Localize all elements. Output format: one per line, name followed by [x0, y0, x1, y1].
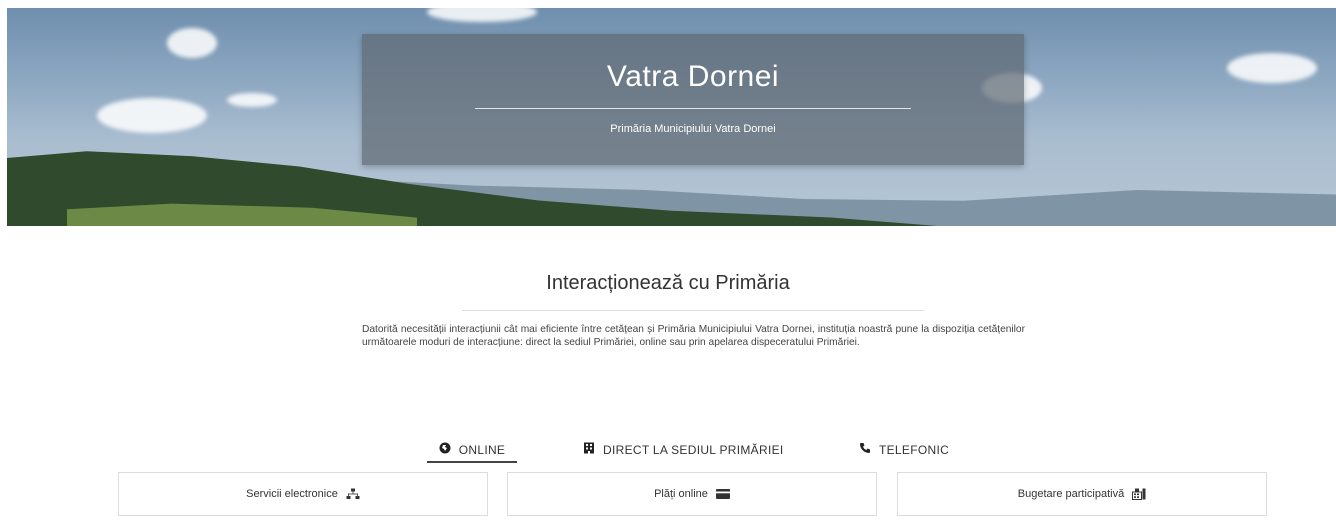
building-icon [583, 442, 595, 457]
card-bugetare-participativa[interactable]: Bugetare participativă [897, 472, 1267, 516]
credit-card-icon [715, 489, 730, 499]
hero-divider [475, 108, 911, 109]
globe-icon [439, 442, 451, 457]
cloud [427, 8, 537, 22]
card-label: Bugetare participativă [1017, 488, 1125, 500]
cloud [1227, 53, 1317, 83]
tab-direct-label: DIRECT LA SEDIUL PRIMĂRIEI [603, 442, 784, 457]
card-label: Servicii electronice [246, 488, 338, 500]
ballot-icon [1132, 488, 1146, 500]
card-plati-online[interactable]: Plăți online [507, 472, 877, 516]
hero-title-box: Vatra Dornei Primăria Municipiului Vatra… [362, 34, 1024, 165]
cloud [97, 98, 207, 133]
interaction-tabs: ONLINE DIRECT LA SEDIUL PRIMĂRIEI TELEFO… [0, 438, 1336, 463]
tab-online[interactable]: ONLINE [427, 438, 517, 463]
card-label: Plăți online [654, 488, 708, 500]
cloud [167, 28, 217, 58]
tab-telefonic-label: TELEFONIC [879, 442, 950, 457]
hero-title: Vatra Dornei [606, 60, 780, 93]
section-divider [462, 310, 924, 311]
hero-subtitle: Primăria Municipiului Vatra Dornei [610, 123, 776, 135]
tab-direct[interactable]: DIRECT LA SEDIUL PRIMĂRIEI [583, 438, 784, 461]
card-servicii-electronice[interactable]: Servicii electronice [118, 472, 488, 516]
section-title: Interacționează cu Primăria [546, 272, 790, 294]
phone-icon [859, 442, 871, 457]
intro-text: Datorită necesității interacțiunii cât m… [362, 324, 1025, 348]
hero-banner: Vatra Dornei Primăria Municipiului Vatra… [7, 8, 1336, 226]
tab-online-label: ONLINE [458, 442, 506, 457]
tab-telefonic[interactable]: TELEFONIC [859, 438, 949, 461]
cloud [227, 93, 277, 107]
network-icon [346, 488, 360, 500]
